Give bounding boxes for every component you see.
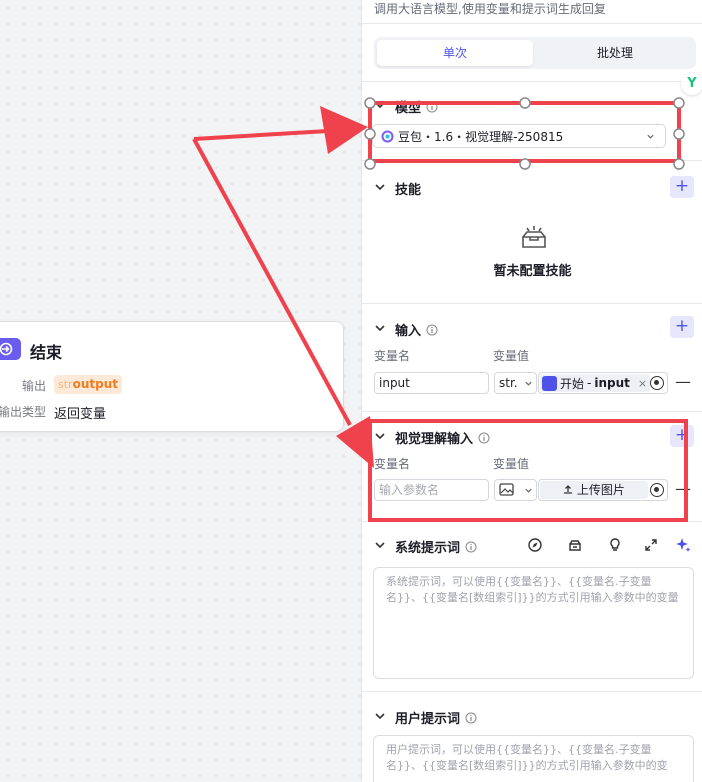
input-reference-box[interactable]: 开始 - input × <box>538 372 668 394</box>
chevron-down-icon[interactable] <box>374 99 386 111</box>
vision-title: 视觉理解输入 <box>395 432 474 447</box>
node-config-panel: 调用大语言模型,使用变量和提示词生成回复 单次 批处理 模型 豆包・1.6・视觉… <box>361 0 702 782</box>
compass-icon[interactable] <box>527 537 543 553</box>
divider <box>362 160 702 161</box>
info-icon[interactable] <box>426 324 438 336</box>
divider <box>362 303 702 304</box>
system-prompt-section-title: 系统提示词 <box>395 537 477 556</box>
add-vision-input-button[interactable]: + <box>670 425 694 447</box>
workflow-canvas[interactable]: 结束 输出 stroutput 输出类型 返回变量 <box>0 0 362 782</box>
ref-source: 开始 <box>560 376 585 391</box>
vision-value-box[interactable]: 上传图片 <box>538 479 668 501</box>
remove-vision-input-button[interactable]: — <box>675 479 691 498</box>
model-section-title: 模型 <box>395 97 438 116</box>
divider <box>362 23 702 24</box>
divider <box>362 521 702 522</box>
output-type-value: 返回变量 <box>54 407 107 422</box>
doubao-logo-icon <box>381 130 394 142</box>
start-node-icon <box>542 375 557 391</box>
target-icon[interactable] <box>650 483 664 497</box>
add-input-button[interactable]: + <box>670 316 694 338</box>
system-prompt-title: 系统提示词 <box>395 541 461 556</box>
end-node[interactable]: 结束 输出 stroutput 输出类型 返回变量 <box>0 321 344 432</box>
vision-type-select[interactable] <box>494 479 537 501</box>
output-variable-chip: stroutput <box>54 375 122 394</box>
chevron-down-icon <box>525 381 532 386</box>
divider <box>362 691 702 692</box>
info-icon[interactable] <box>465 541 477 553</box>
empty-box-icon <box>522 226 546 248</box>
output-type-tag: str <box>58 378 73 391</box>
chevron-down-icon[interactable] <box>374 322 386 334</box>
prompt-library-icon[interactable] <box>567 537 583 553</box>
model-title: 模型 <box>395 101 422 116</box>
ai-sparkle-icon[interactable] <box>675 537 691 553</box>
chevron-down-icon[interactable] <box>374 539 386 551</box>
chevron-down-icon <box>525 488 532 493</box>
info-icon[interactable] <box>426 101 438 113</box>
close-icon[interactable]: × <box>638 377 647 390</box>
upload-icon <box>564 485 573 494</box>
output-label: 输出 <box>21 379 46 393</box>
run-mode-tabs: 单次 批处理 <box>374 37 696 69</box>
user-prompt-section-title: 用户提示词 <box>395 708 477 727</box>
tab-batch[interactable]: 批处理 <box>537 40 693 66</box>
remove-input-button[interactable]: — <box>675 372 691 391</box>
divider <box>362 411 702 412</box>
input-name-field[interactable]: input <box>374 372 489 394</box>
divider <box>362 81 702 82</box>
upload-image-button[interactable]: 上传图片 <box>540 481 648 499</box>
lightbulb-icon[interactable] <box>607 537 623 553</box>
input-reference-chip[interactable]: 开始 - input × <box>540 374 650 392</box>
output-var-name: output <box>72 377 118 391</box>
col-var-name: 变量名 <box>374 457 411 471</box>
input-type-value: str. <box>499 376 518 390</box>
col-var-value: 变量值 <box>493 349 530 363</box>
chevron-down-icon[interactable] <box>374 430 386 442</box>
info-icon[interactable] <box>465 712 477 724</box>
skills-title: 技能 <box>395 183 422 198</box>
chevron-down-icon[interactable] <box>374 710 386 722</box>
system-prompt-textarea[interactable]: 系统提示词，可以使用{{变量名}}、{{变量名.子变量名}}、{{变量名[数组索… <box>373 567 694 679</box>
input-type-select[interactable]: str. <box>494 372 537 394</box>
ref-var: input <box>594 376 630 390</box>
chevron-down-icon <box>647 134 654 139</box>
ref-separator: - <box>587 376 592 390</box>
target-icon[interactable] <box>650 376 664 390</box>
expand-icon[interactable] <box>643 537 659 553</box>
end-node-icon <box>0 338 21 360</box>
user-prompt-textarea[interactable]: 用户提示词，可以使用{{变量名}}、{{变量名.子变量名}}、{{变量名[数组索… <box>373 735 694 782</box>
chevron-down-icon[interactable] <box>374 181 386 193</box>
col-var-value: 变量值 <box>493 457 530 471</box>
end-node-title: 结束 <box>30 343 63 362</box>
model-selected-value: 豆包・1.6・视觉理解-250815 <box>398 129 564 144</box>
image-icon <box>499 483 514 496</box>
col-var-name: 变量名 <box>374 349 411 363</box>
floating-assistant-icon[interactable]: Y <box>681 73 702 95</box>
skills-empty-text: 暂未配置技能 <box>493 264 572 279</box>
vision-section-title: 视觉理解输入 <box>395 428 490 447</box>
node-description: 调用大语言模型,使用变量和提示词生成回复 <box>374 2 606 16</box>
upload-label: 上传图片 <box>576 483 625 497</box>
add-skill-button[interactable]: + <box>670 176 694 198</box>
info-icon[interactable] <box>478 432 490 444</box>
vision-name-input[interactable]: 输入参数名 <box>374 479 489 501</box>
model-select[interactable]: 豆包・1.6・视觉理解-250815 <box>372 124 666 148</box>
inputs-section-title: 输入 <box>395 320 438 339</box>
tab-single[interactable]: 单次 <box>377 40 533 66</box>
output-type-label: 输出类型 <box>0 405 46 419</box>
inputs-title: 输入 <box>395 324 422 339</box>
user-prompt-title: 用户提示词 <box>395 712 461 727</box>
